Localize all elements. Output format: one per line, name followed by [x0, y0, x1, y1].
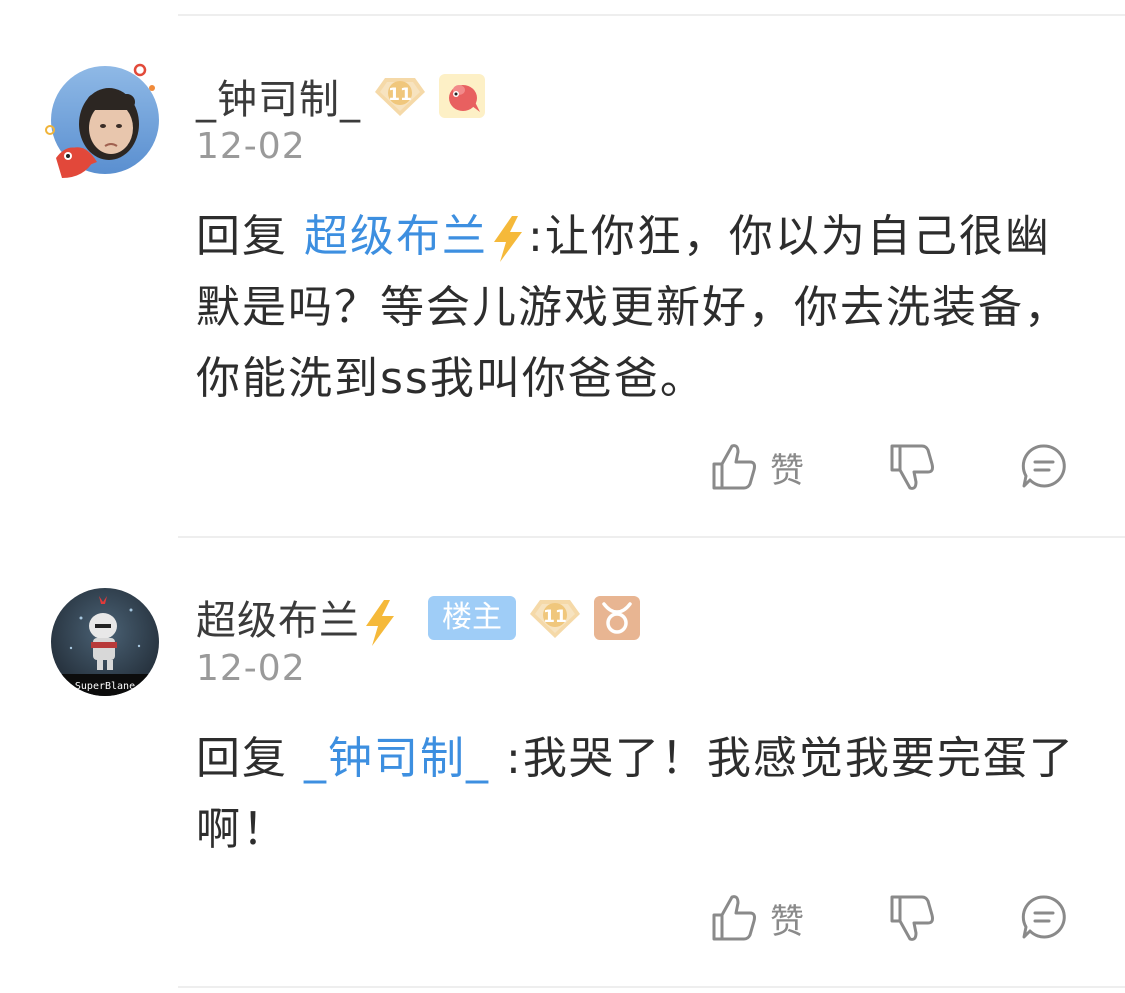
reply-button[interactable] — [1020, 893, 1068, 941]
comment-body: 回复 超级布兰:让你狂，你以为自己很幽默是吗？等会儿游戏更新好，你去洗装备，你能… — [196, 201, 1076, 414]
comment-date: 12-02 — [196, 126, 306, 167]
dislike-button[interactable] — [888, 442, 936, 492]
avatar-caption: SuperBlane — [75, 681, 135, 692]
comment-date: 12-02 — [196, 648, 306, 689]
comment-body: 回复 _钟司制_ :我哭了！我感觉我要完蛋了啊！ — [196, 723, 1076, 865]
mention-link[interactable]: _钟司制_ — [304, 733, 490, 784]
comment-divider — [178, 536, 1125, 538]
level-number: 11 — [388, 85, 412, 105]
like-button[interactable]: 赞 — [710, 442, 804, 492]
comment-icon — [1021, 444, 1066, 488]
reply-button[interactable] — [1020, 442, 1068, 490]
taurus-badge — [594, 596, 640, 640]
like-label: 赞 — [770, 901, 804, 942]
comment-actions: 赞 — [0, 442, 1125, 502]
bottom-divider — [178, 986, 1125, 988]
owner-badge: 楼主 — [428, 596, 516, 640]
dislike-button[interactable] — [888, 893, 936, 943]
like-label: 赞 — [770, 450, 804, 491]
username[interactable]: 超级布兰 — [196, 588, 400, 648]
avatar[interactable]: SuperBlane — [51, 588, 159, 696]
reply-prefix: 回复 — [196, 211, 288, 262]
level-number: 11 — [543, 607, 567, 627]
level-badge: 11 — [373, 74, 427, 118]
avatar-decoration — [45, 63, 155, 178]
thumbs-up-icon — [712, 895, 756, 941]
lightning-icon — [366, 600, 394, 646]
fish-badge — [439, 74, 485, 118]
top-divider — [178, 14, 1125, 16]
reply-prefix: 回复 — [196, 733, 288, 784]
like-button[interactable]: 赞 — [710, 893, 804, 943]
level-badge: 11 — [528, 596, 582, 640]
username-row: 超级布兰 楼主 11 — [196, 588, 640, 648]
mention-link[interactable]: 超级布兰 — [304, 211, 528, 262]
thumbs-up-icon — [712, 444, 756, 490]
username[interactable]: _钟司制_ — [196, 67, 361, 125]
thumbs-down-icon — [890, 895, 934, 941]
thumbs-down-icon — [890, 444, 934, 490]
lightning-icon — [494, 216, 522, 262]
username-row: _钟司制_ 11 — [196, 66, 485, 126]
comment-actions: 赞 — [0, 893, 1125, 953]
taurus-icon — [602, 602, 632, 634]
comment-icon — [1021, 895, 1066, 939]
